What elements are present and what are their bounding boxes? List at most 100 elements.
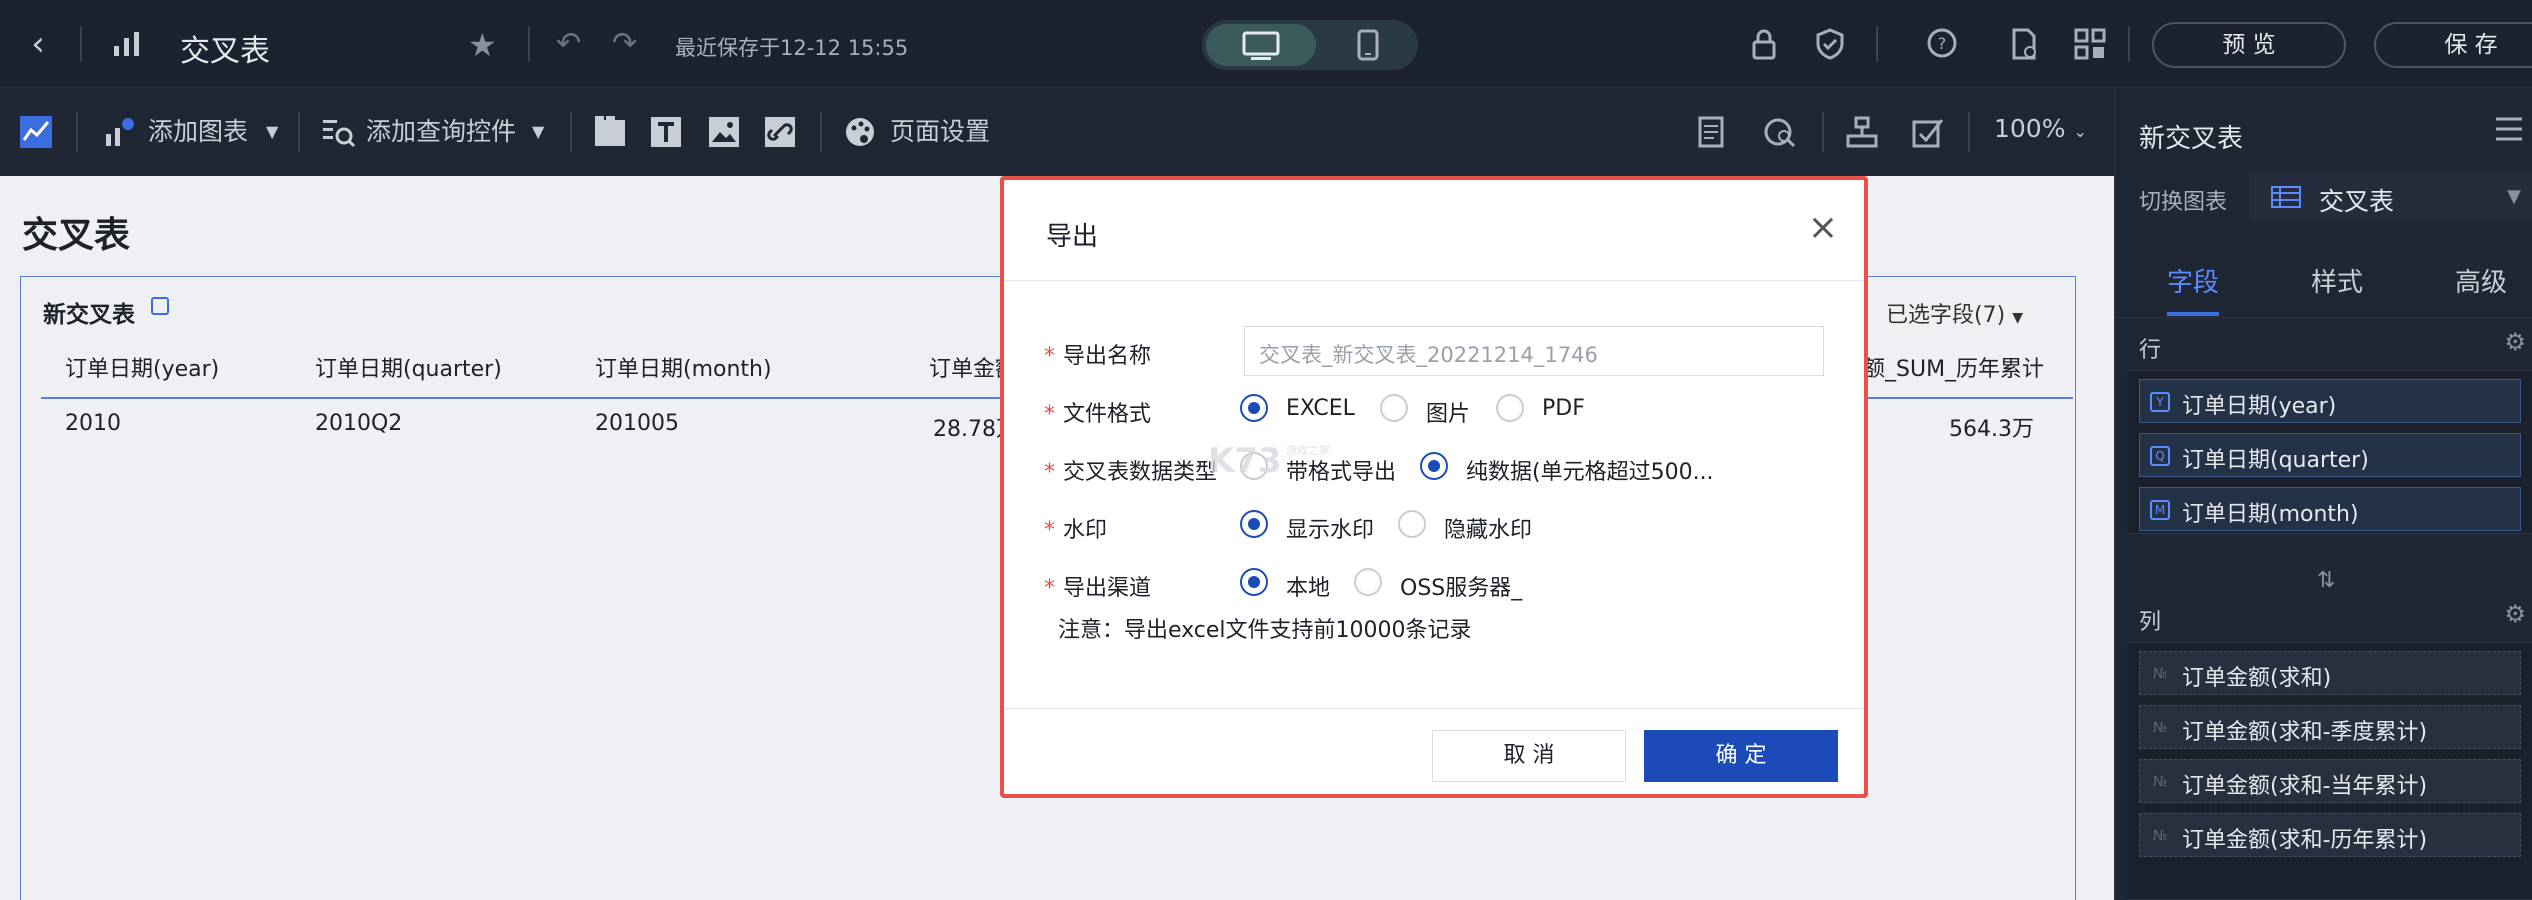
export-name-input[interactable]: 交叉表_新交叉表_20221214_1746 xyxy=(1244,326,1824,376)
text-icon[interactable] xyxy=(648,114,684,150)
radio-label: 显示水印 xyxy=(1286,518,1375,543)
format-image-radio[interactable] xyxy=(1380,394,1408,422)
number-field-icon: № xyxy=(2152,828,2168,844)
column-field-chip[interactable]: № 订单金额(求和) xyxy=(2139,651,2521,695)
preview-button[interactable]: 预 览 xyxy=(2152,22,2346,68)
save-button[interactable]: 保 存 xyxy=(2374,22,2532,68)
undo-icon[interactable]: ↶ xyxy=(556,26,581,61)
mobile-view-button[interactable] xyxy=(1322,24,1414,66)
divider xyxy=(1968,112,1970,152)
radio-label: 图片 xyxy=(1426,402,1471,427)
row-field-chip[interactable]: M 订单日期(month) xyxy=(2139,487,2521,531)
tab-style[interactable]: 样式 xyxy=(2311,262,2363,299)
document-settings-icon[interactable] xyxy=(2006,26,2042,62)
oss-channel-radio[interactable] xyxy=(1354,568,1382,596)
rows-section-label: 行 xyxy=(2139,338,2162,363)
zoom-select[interactable]: 100% ⌄ xyxy=(1994,114,2087,143)
field-label: 订单日期(quarter) xyxy=(2182,448,2369,473)
add-query-caret-icon[interactable]: ▼ xyxy=(532,114,544,150)
add-query-control-button[interactable]: 添加查询控件 xyxy=(366,114,516,150)
watermark-logo: K73 游戏之家 xyxy=(1208,441,1330,481)
confirm-button[interactable]: 确 定 xyxy=(1644,730,1838,782)
desktop-view-button[interactable] xyxy=(1206,24,1316,66)
column-field-chip[interactable]: № 订单金额(求和-当年累计) xyxy=(2139,759,2521,803)
add-chart-button[interactable]: 添加图表 xyxy=(148,114,248,150)
data-type-text: 交叉表数据类型 xyxy=(1063,460,1218,485)
copy-icon[interactable] xyxy=(151,297,169,315)
divider xyxy=(528,26,530,62)
selected-fields-dropdown[interactable]: 已选字段(7) ▼ xyxy=(1886,297,2023,329)
row-field-chip[interactable]: Y 订单日期(year) xyxy=(2139,379,2521,423)
link-icon[interactable] xyxy=(762,114,798,150)
export-name-text: 导出名称 xyxy=(1063,344,1152,369)
divider xyxy=(570,112,572,152)
date-field-icon: Y xyxy=(2150,392,2170,412)
divider xyxy=(2128,26,2130,62)
add-chart-caret-icon[interactable]: ▼ xyxy=(266,114,278,150)
field-label: 订单金额(求和-季度累计) xyxy=(2182,720,2428,745)
lock-icon[interactable] xyxy=(1746,26,1782,62)
row-field-chip[interactable]: Q 订单日期(quarter) xyxy=(2139,433,2521,477)
required-mark: * xyxy=(1044,518,1055,543)
switch-chart-select[interactable]: 交叉表 ▼ xyxy=(2249,174,2532,220)
column-header: 订单日期(month) xyxy=(595,357,772,382)
panel-tabs: 字段 样式 高级 xyxy=(2115,244,2532,318)
redo-icon[interactable]: ↷ xyxy=(612,26,637,61)
page-settings-button[interactable]: 页面设置 xyxy=(890,114,990,150)
format-excel-radio[interactable] xyxy=(1240,394,1268,422)
format-pdf-radio[interactable] xyxy=(1496,394,1524,422)
field-label: 订单日期(month) xyxy=(2182,502,2359,527)
swap-rows-columns-icon[interactable]: ⇅ xyxy=(2317,568,2335,593)
shield-icon[interactable] xyxy=(1812,26,1848,62)
back-icon[interactable]: ‹ xyxy=(18,24,58,64)
local-channel-radio[interactable] xyxy=(1240,568,1268,596)
field-label: 订单金额(求和-历年累计) xyxy=(2182,828,2428,853)
hide-watermark-radio[interactable] xyxy=(1398,510,1426,538)
help-icon[interactable]: ? xyxy=(1924,26,1960,62)
menu-icon[interactable] xyxy=(2494,116,2524,142)
close-icon[interactable]: × xyxy=(1808,210,1838,246)
dialog-title: 导出 xyxy=(1046,222,1099,252)
column-header: 订单日期(year) xyxy=(65,357,220,382)
divider xyxy=(80,26,82,62)
table-cell: 564.3万 xyxy=(1949,417,2034,442)
column-field-chip[interactable]: № 订单金额(求和-历年累计) xyxy=(2139,813,2521,857)
file-format-label: * 文件格式 xyxy=(1044,396,1151,428)
chart-type-icon[interactable] xyxy=(18,114,54,150)
date-field-icon: Q xyxy=(2150,446,2170,466)
switch-chart-value: 交叉表 xyxy=(2319,187,2395,216)
rows-field-list: Y 订单日期(year) Q 订单日期(quarter) M 订单日期(mont… xyxy=(2127,370,2532,534)
analysis-icon[interactable] xyxy=(1762,114,1798,150)
top-bar: ‹ 交叉表 ★ ↶ ↷ 最近保存于12-12 15:55 ? 预 览 保 存 xyxy=(0,0,2532,88)
number-field-icon: № xyxy=(2152,774,2168,790)
tab-advanced[interactable]: 高级 xyxy=(2455,262,2507,299)
show-watermark-radio[interactable] xyxy=(1240,510,1268,538)
gear-icon[interactable]: ⚙ xyxy=(2504,600,2526,628)
palette-icon xyxy=(846,118,874,146)
config-panel: 新交叉表 切换图表 交叉表 ▼ 字段 样式 高级 行 ⚙ Y 订单日期(year… xyxy=(2114,88,2532,900)
device-toggle[interactable] xyxy=(1202,20,1418,70)
table-cell: 2010Q2 xyxy=(315,411,403,436)
file-format-text: 文件格式 xyxy=(1063,402,1152,427)
column-field-chip[interactable]: № 订单金额(求和-季度累计) xyxy=(2139,705,2521,749)
cancel-button[interactable]: 取 消 xyxy=(1432,730,1626,782)
data-type-label: * 交叉表数据类型 xyxy=(1044,454,1217,486)
column-header: 额_SUM_历年累计 xyxy=(1863,357,2045,382)
checklist-icon[interactable] xyxy=(1910,114,1946,150)
toolbar: 添加图表 ▼ 添加查询控件 ▼ 页面设置 100% ⌄ xyxy=(0,88,2114,176)
chevron-down-icon: ⌄ xyxy=(2073,122,2087,141)
tab-container-icon[interactable] xyxy=(592,114,628,150)
raw-data-radio[interactable] xyxy=(1420,452,1448,480)
layout-icon[interactable] xyxy=(1844,114,1880,150)
field-label: 订单金额(求和) xyxy=(2182,666,2332,691)
tab-fields[interactable]: 字段 xyxy=(2167,262,2219,299)
share-icon[interactable] xyxy=(2072,26,2108,62)
gear-icon[interactable]: ⚙ xyxy=(2504,328,2526,356)
star-icon[interactable]: ★ xyxy=(468,26,497,64)
divider xyxy=(298,112,300,152)
export-dialog: 导出 × * 导出名称 交叉表_新交叉表_20221214_1746 * 文件格式 … xyxy=(1000,176,1868,798)
image-icon[interactable] xyxy=(706,114,742,150)
table-cell: 2010 xyxy=(65,411,121,436)
report-icon[interactable] xyxy=(1694,114,1730,150)
radio-label: PDF xyxy=(1542,396,1585,421)
